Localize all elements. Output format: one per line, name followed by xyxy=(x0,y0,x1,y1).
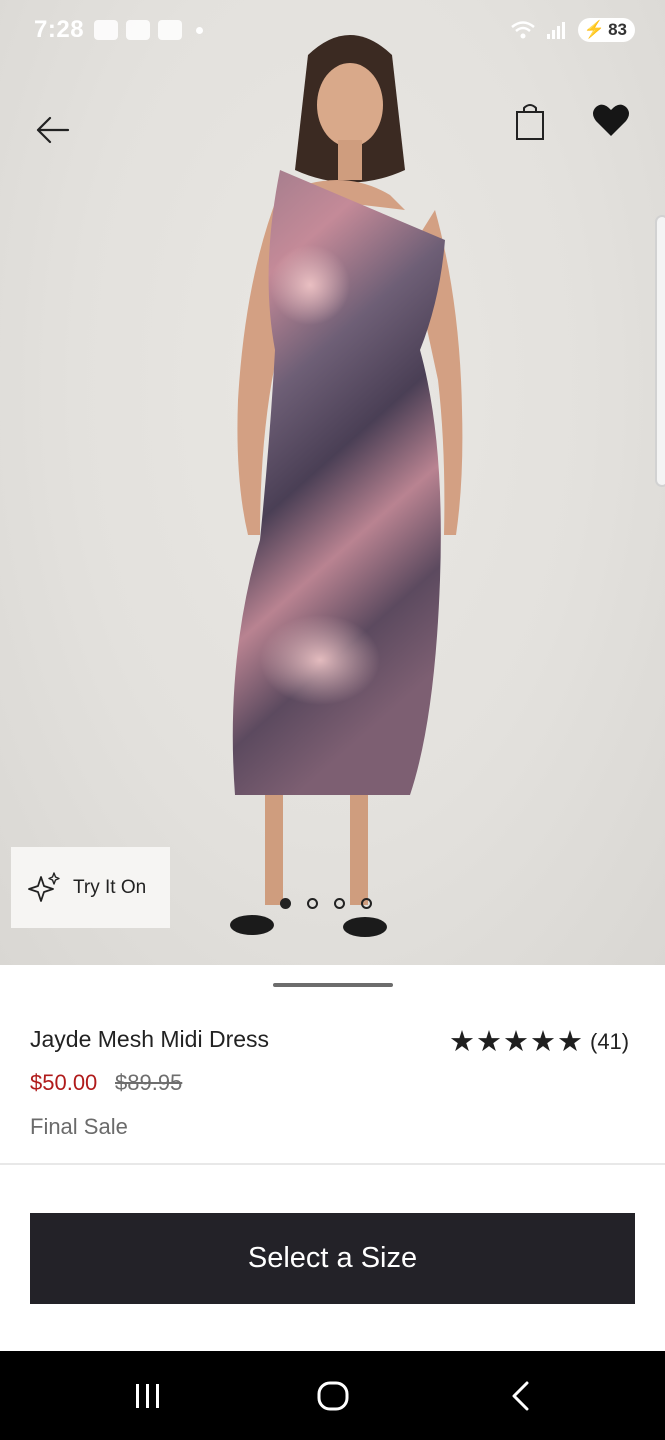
android-nav-bar xyxy=(0,1351,665,1440)
carousel-dot-3[interactable] xyxy=(334,898,345,909)
original-price: $89.95 xyxy=(115,1070,183,1095)
wifi-icon xyxy=(511,21,535,39)
calendar-icon xyxy=(126,20,150,40)
star-icon: ★ xyxy=(476,1026,502,1058)
product-rating[interactable]: ★ ★ ★ ★ ★ (41) xyxy=(449,1026,630,1058)
star-icon: ★ xyxy=(503,1026,529,1058)
battery-icon: ⚡ xyxy=(583,20,606,39)
home-button[interactable] xyxy=(273,1351,393,1440)
divider xyxy=(0,1163,665,1165)
side-scroll-handle[interactable] xyxy=(655,215,665,487)
battery-level: 83 xyxy=(608,20,627,39)
rating-count: (41) xyxy=(590,1029,630,1054)
calendar-icon xyxy=(94,20,118,40)
product-photo xyxy=(230,35,463,937)
status-time: 7:28 xyxy=(34,16,85,43)
carousel-dots xyxy=(280,898,372,909)
carousel-dot-4[interactable] xyxy=(361,898,372,909)
product-name: Jayde Mesh Midi Dress xyxy=(30,1026,270,1052)
status-left-icons xyxy=(94,20,203,40)
carousel-dot-1[interactable] xyxy=(280,898,291,909)
status-right-icons: ⚡ 83 xyxy=(510,18,635,42)
recent-apps-button[interactable] xyxy=(88,1351,208,1440)
star-icon: ★ xyxy=(449,1026,475,1058)
star-icon: ★ xyxy=(530,1026,556,1058)
game-icon xyxy=(158,20,182,40)
heart-icon[interactable] xyxy=(592,102,630,138)
battery-indicator: ⚡ 83 xyxy=(577,18,635,42)
select-size-button[interactable]: Select a Size xyxy=(30,1213,635,1304)
recent-apps-icon xyxy=(136,1383,159,1408)
star-icon: ★ xyxy=(557,1026,583,1058)
product-image[interactable]: 7:28 ⚡ 83 Try It On xyxy=(0,0,665,965)
try-it-on-label: Try It On xyxy=(73,876,147,898)
signal-icon xyxy=(546,22,565,39)
carousel-dot-2[interactable] xyxy=(307,898,318,909)
notification-dot-icon xyxy=(196,26,203,34)
shopping-bag-icon[interactable] xyxy=(512,102,548,142)
chevron-left-icon xyxy=(512,1381,529,1410)
home-icon xyxy=(317,1381,349,1410)
system-back-button[interactable] xyxy=(460,1351,580,1440)
status-bar: 7:28 ⚡ 83 xyxy=(0,0,665,62)
sale-price: $50.00 xyxy=(30,1070,98,1095)
sparkle-icon xyxy=(28,871,60,902)
back-arrow-icon[interactable] xyxy=(32,110,72,150)
sheet-drag-handle[interactable] xyxy=(273,983,393,987)
final-sale-label: Final Sale xyxy=(30,1114,128,1139)
try-it-on-button[interactable]: Try It On xyxy=(11,847,170,928)
